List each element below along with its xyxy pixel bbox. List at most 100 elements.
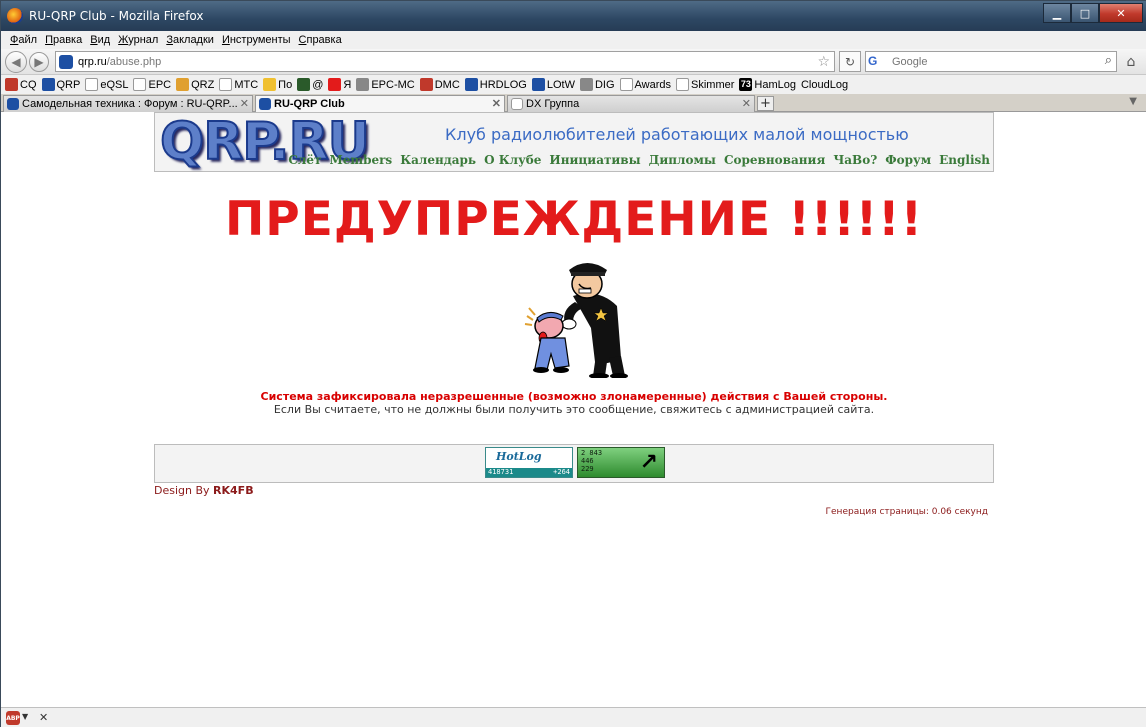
close-icon[interactable]: ✕ xyxy=(39,711,48,724)
home-button[interactable]: ⌂ xyxy=(1121,52,1141,71)
menu-bookmarks[interactable]: Закладки xyxy=(163,31,217,49)
cq-icon xyxy=(5,78,18,91)
title-bar: RU-QRP Club - Mozilla Firefox ▁ □ ✕ xyxy=(1,1,1146,31)
menu-help[interactable]: Справка xyxy=(296,31,345,49)
bookmark-item[interactable]: eQSL xyxy=(85,75,128,94)
warning-title: ПРЕДУПРЕЖДЕНИЕ !!!!!! xyxy=(224,192,924,247)
tab-close-icon[interactable]: ✕ xyxy=(742,97,751,110)
bookmark-item[interactable]: QRP xyxy=(41,75,80,94)
bookmark-label: Skimmer xyxy=(691,78,735,91)
maximize-button[interactable]: □ xyxy=(1071,3,1099,23)
bookmark-label: CloudLog xyxy=(800,78,849,91)
search-bar[interactable]: G ⌕ xyxy=(865,51,1117,72)
weather-icon xyxy=(263,78,277,91)
antenna-icon xyxy=(579,78,593,91)
bookmark-item[interactable]: DIG xyxy=(579,75,615,94)
page-content: QRP.RU Клуб радиолюбителей работающих ма… xyxy=(1,112,1146,707)
new-tab-button[interactable]: + xyxy=(757,96,774,111)
firefox-icon xyxy=(7,8,23,24)
bookmark-item[interactable]: @ xyxy=(297,75,323,94)
bookmark-item[interactable]: Awards xyxy=(619,75,672,94)
bookmark-item[interactable]: HRDLOG xyxy=(464,75,527,94)
tab-close-icon[interactable]: ✕ xyxy=(492,97,501,110)
hotlog-counter[interactable]: HotLog 418731 +264 xyxy=(485,447,573,478)
bookmark-label: HamLog xyxy=(754,78,796,91)
hamlog-icon: 73 xyxy=(739,78,753,91)
bookmark-label: eQSL xyxy=(100,78,129,91)
bookmark-item[interactable]: MTC xyxy=(219,75,258,94)
minimize-button[interactable]: ▁ xyxy=(1043,3,1071,23)
tab-forum[interactable]: Самодельная техника : Форум : RU-QRP... … xyxy=(3,95,253,112)
gear-icon xyxy=(356,78,370,91)
bookmark-item[interactable]: LOtW xyxy=(531,75,575,94)
url-text[interactable]: qrp.ru/abuse.php xyxy=(78,56,161,68)
menu-tools[interactable]: Инструменты xyxy=(219,31,294,49)
back-button[interactable]: ◀ xyxy=(5,51,27,73)
search-input[interactable] xyxy=(892,54,1092,69)
chevron-down-icon[interactable]: ▼ xyxy=(22,712,28,721)
liveinternet-counter[interactable]: 2 843 446 229 ↗ xyxy=(577,447,665,478)
bookmark-item[interactable]: EPC xyxy=(133,75,171,94)
bookmark-item[interactable]: 73 HamLog xyxy=(739,75,796,94)
bookmark-item[interactable]: Я xyxy=(328,75,351,94)
site-nav: Слёт Members Календарь О Клубе Инициатив… xyxy=(280,153,990,167)
browser-window: RU-QRP Club - Mozilla Firefox ▁ □ ✕ Файл… xyxy=(0,0,1146,727)
nav-link-members[interactable]: Members xyxy=(329,153,392,167)
bookmark-item[interactable]: Skimmer xyxy=(676,75,734,94)
qrp-icon xyxy=(41,78,55,91)
nav-link-english[interactable]: English xyxy=(939,153,990,167)
tab-list-chevron-down-icon[interactable]: ▼ xyxy=(1129,96,1137,107)
tab-dx-group[interactable]: DX Группа ✕ xyxy=(507,95,755,112)
people-icon xyxy=(176,78,190,91)
wave-icon xyxy=(133,78,147,91)
forward-button[interactable]: ▶ xyxy=(29,52,49,72)
bookmark-item[interactable]: EPC-MC xyxy=(356,75,415,94)
nav-link-faq[interactable]: ЧаВо? xyxy=(833,153,877,167)
bookmark-item[interactable]: CloudLog xyxy=(801,75,848,94)
tab-page-icon xyxy=(511,98,523,110)
reload-button[interactable]: ↻ xyxy=(839,51,861,72)
page-icon xyxy=(85,78,99,91)
site-favicon-icon xyxy=(59,55,73,69)
bookmark-item[interactable]: DMC xyxy=(419,75,460,94)
nav-link-initiatives[interactable]: Инициативы xyxy=(549,153,640,167)
bookmark-item[interactable]: CQ xyxy=(5,75,37,94)
bookmark-label: Awards xyxy=(634,78,672,91)
arrow-left-icon: ◀ xyxy=(11,55,21,69)
arrow-right-icon: ▶ xyxy=(34,55,44,69)
nav-link-diplomas[interactable]: Дипломы xyxy=(649,153,716,167)
nav-link-contests[interactable]: Соревнования xyxy=(724,153,825,167)
bookmark-item[interactable]: QRZ xyxy=(176,75,214,94)
search-icon[interactable]: ⌕ xyxy=(1105,53,1112,68)
nav-link-slet[interactable]: Слёт xyxy=(288,153,321,167)
menu-file[interactable]: Файл xyxy=(7,31,40,49)
bookmark-label: QRZ xyxy=(191,78,215,91)
bookmark-star-icon[interactable]: ☆ xyxy=(817,54,830,70)
adblock-icon[interactable]: ABP xyxy=(6,711,20,725)
design-author-link[interactable]: RK4FB xyxy=(213,484,254,497)
bookmark-label: По xyxy=(278,78,293,91)
page-icon xyxy=(676,78,690,91)
site-header: QRP.RU Клуб радиолюбителей работающих ма… xyxy=(154,112,994,172)
google-icon[interactable]: G xyxy=(868,54,888,69)
site-slogan: Клуб радиолюбителей работающих малой мощ… xyxy=(445,125,909,144)
hotlog-title: HotLog xyxy=(496,450,542,463)
url-bar[interactable]: qrp.ru/abuse.php ☆ xyxy=(55,51,835,72)
menu-bar: Файл Правка Вид Журнал Закладки Инструме… xyxy=(1,31,1146,49)
close-button[interactable]: ✕ xyxy=(1099,3,1143,23)
bookmarks-toolbar: CQ QRP eQSL EPC QRZ MTC По @ Я EPC-MC DMC HRDLOG LOt… xyxy=(1,75,1146,94)
tab-favicon-icon xyxy=(7,98,19,110)
bookmark-item[interactable]: По xyxy=(263,75,292,94)
menu-view[interactable]: Вид xyxy=(87,31,113,49)
alert-message: Система зафиксировала неразрешенные (воз… xyxy=(260,390,888,403)
tab-close-icon[interactable]: ✕ xyxy=(240,97,249,110)
page-icon xyxy=(619,78,633,91)
menu-edit[interactable]: Правка xyxy=(42,31,85,49)
nav-link-forum[interactable]: Форум xyxy=(885,153,931,167)
home-icon: ⌂ xyxy=(1126,53,1136,70)
tab-strip: Самодельная техника : Форум : RU-QRP... … xyxy=(1,94,1146,112)
menu-history[interactable]: Журнал xyxy=(115,31,161,49)
nav-link-calendar[interactable]: Календарь xyxy=(400,153,476,167)
tab-ru-qrp-club[interactable]: RU-QRP Club ✕ xyxy=(255,95,505,112)
nav-link-about[interactable]: О Клубе xyxy=(484,153,541,167)
